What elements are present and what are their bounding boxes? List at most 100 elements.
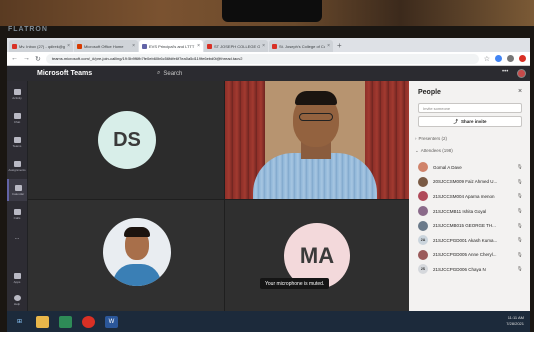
close-icon[interactable]: × — [67, 43, 70, 49]
app-bar-apps[interactable]: Apps — [7, 267, 27, 289]
phone-icon — [13, 208, 21, 215]
participant-tile[interactable]: DS — [28, 81, 224, 199]
tab-favicon-icon — [272, 43, 277, 49]
attendee-name: Gomal A Dave — [433, 164, 462, 170]
tab-favicon-icon — [77, 43, 82, 49]
url-field[interactable]: teams.microsoft.com/_#/pre-join-calling/… — [45, 53, 479, 64]
mic-muted-icon: 🎙︎ — [517, 164, 523, 170]
close-icon[interactable]: × — [262, 43, 265, 49]
video-person-shirt — [253, 153, 377, 199]
reload-icon[interactable]: ↻ — [35, 55, 41, 63]
more-options-icon[interactable]: ••• — [502, 69, 508, 75]
close-icon[interactable]: × — [518, 88, 522, 95]
app-bar-more[interactable]: ... — [7, 227, 27, 249]
chrome-icon[interactable] — [82, 315, 95, 328]
app-bar-label: Assignments — [8, 167, 26, 172]
app-bar-teams[interactable]: Teams — [7, 131, 27, 153]
app-bar-calendar[interactable]: Calendar — [7, 179, 27, 201]
list-item[interactable]: 21SJCCMB015 GEORGE TH... 🎙︎ — [409, 218, 530, 233]
extension-icon[interactable] — [495, 55, 502, 62]
app-bar-label: Activity — [12, 95, 22, 100]
app-bar-label: Calendar — [11, 191, 25, 196]
participant-tile[interactable]: MA — [225, 200, 409, 314]
avatar[interactable] — [517, 69, 526, 78]
new-tab-icon[interactable]: + — [337, 41, 342, 50]
bell-icon — [13, 88, 21, 95]
list-item[interactable]: 21SJCCMB11 Ishita Goyal 🎙︎ — [409, 204, 530, 219]
image-bottom-border — [0, 332, 534, 341]
attendees-section[interactable]: ⌄ Attendees (198) — [415, 148, 453, 154]
app-bar-calls[interactable]: Calls — [7, 203, 27, 225]
list-item[interactable]: 21SJCCPGD005 Anne Cheryl... 🎙︎ — [409, 248, 530, 263]
calendar-icon — [14, 184, 22, 191]
windows-start-icon[interactable]: ⊞ — [13, 316, 26, 328]
share-invite-button[interactable]: ⤴ Share invite — [418, 116, 522, 127]
participant-photo — [103, 218, 171, 286]
share-invite-label: Share invite — [460, 119, 487, 124]
mic-muted-icon: 🎙︎ — [517, 208, 523, 214]
list-item[interactable]: Gomal A Dave 🎙︎ — [409, 160, 530, 175]
search-icon: ⌕ — [157, 70, 161, 76]
app-bar-chat[interactable]: Chat — [7, 107, 27, 129]
panel-title: People — [418, 89, 441, 96]
browser-tab[interactable]: ST JOSEPH COLLEGE OF CO... × — [204, 40, 268, 52]
video-person-glasses — [299, 113, 333, 121]
search-label: Search — [163, 70, 183, 77]
word-icon[interactable]: W — [105, 315, 118, 328]
tab-title: ST JOSEPH COLLEGE OF CO... — [214, 43, 261, 49]
close-icon[interactable]: × — [327, 43, 330, 49]
app-bar-label: ... — [14, 235, 20, 241]
browser-tab[interactable]: Microsoft Office Home × — [74, 40, 138, 52]
file-explorer-icon[interactable] — [36, 315, 49, 328]
extension-icon[interactable] — [507, 55, 514, 62]
participant-tile[interactable] — [28, 200, 224, 314]
tray-date: 7/28/2021 — [506, 321, 524, 326]
help-icon — [13, 294, 21, 301]
browser-tab[interactable]: Mv. Inbox (27) - qdlrek@gma... × — [9, 40, 73, 52]
mic-muted-icon: 🎙︎ — [517, 222, 523, 228]
list-item[interactable]: 21SJCCSM004 Aparna menon 🎙︎ — [409, 189, 530, 204]
mic-muted-icon: 🎙︎ — [517, 178, 523, 184]
app-bar-activity[interactable]: Activity — [7, 83, 27, 105]
attendee-avatar — [418, 249, 428, 260]
tab-favicon-icon — [12, 43, 17, 49]
attendees-label: Attendees (198) — [420, 148, 453, 153]
app-bar-label: Calls — [13, 215, 21, 220]
list-item[interactable]: 2A 21SJCCPGD001 Akash Kuma... 🎙︎ — [409, 233, 530, 248]
chat-icon — [13, 112, 21, 119]
mic-muted-icon: 🎙︎ — [517, 193, 523, 199]
photo-hair — [124, 227, 150, 237]
presenters-section[interactable]: › Presenters (2) — [415, 136, 447, 141]
attendee-avatar — [418, 162, 428, 173]
attendee-avatar: 2S — [418, 264, 428, 275]
mic-muted-icon: 🎙︎ — [517, 237, 523, 243]
star-icon[interactable]: ☆ — [484, 55, 490, 63]
system-tray[interactable]: 11:11 AM 7/28/2021 — [506, 315, 524, 327]
forward-icon[interactable]: → — [23, 55, 30, 62]
browser-tab[interactable]: EVS Principal's and LTTT × — [139, 40, 203, 52]
store-icon[interactable] — [59, 315, 72, 328]
attendee-name: 21SJCCSM004 Aparna menon — [433, 193, 495, 199]
app-bar: Activity Chat Teams Assignments Calendar… — [7, 81, 27, 314]
back-icon[interactable]: ← — [11, 55, 18, 62]
attendee-name: 21SJCCPGD005 Anne Cheryl... — [433, 252, 497, 258]
list-item[interactable]: 20SJCCSM009 Faiz Ahmed U... 🎙︎ — [409, 175, 530, 190]
profile-icon[interactable] — [519, 55, 526, 62]
app-bar-label: Chat — [13, 119, 21, 124]
participant-video-tile[interactable] — [225, 81, 409, 199]
list-item[interactable]: 2S 21SJCCPGD006 Chaya N 🎙︎ — [409, 262, 530, 277]
close-icon[interactable]: × — [132, 43, 135, 49]
app-bar-help[interactable]: Help — [7, 289, 27, 311]
mic-muted-toast: Your microphone is muted. — [260, 278, 330, 289]
monitor-brand: FLATRON — [8, 26, 48, 33]
invite-input[interactable]: Invite someone — [418, 103, 522, 113]
attendee-name: 21SJCCPGD001 Akash Kuma... — [433, 237, 498, 243]
search-box[interactable]: ⌕ Search — [157, 70, 182, 77]
browser-tab[interactable]: St. Joseph's College of Co... × — [269, 40, 333, 52]
app-bar-assignments[interactable]: Assignments — [7, 155, 27, 177]
browser-tab-bar: Mv. Inbox (27) - qdlrek@gma... × Microso… — [7, 38, 530, 52]
video-person-hair — [295, 91, 337, 105]
apps-icon — [13, 272, 21, 279]
meeting-stage: DS MA Your microphone is muted. — [28, 81, 409, 314]
close-icon[interactable]: × — [197, 43, 200, 49]
